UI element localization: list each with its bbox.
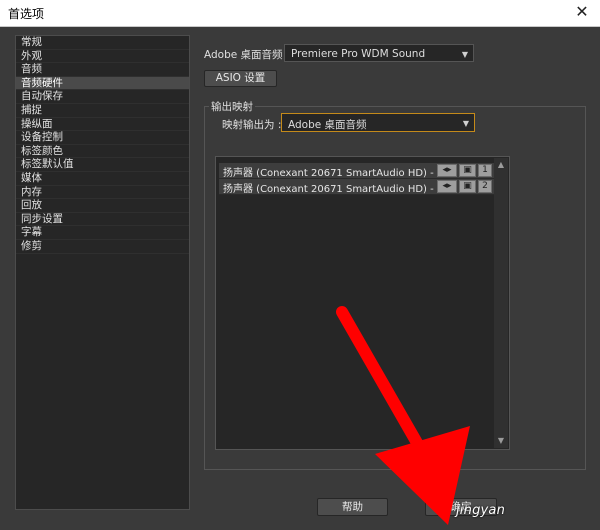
output-channel-list: 扬声器 (Conexant 20671 SmartAudio HD) - 1 ◂… [215, 156, 510, 450]
output-channel-row[interactable]: 扬声器 (Conexant 20671 SmartAudio HD) - 1 ◂… [219, 163, 494, 179]
category-item[interactable]: 捕捉 [16, 104, 189, 118]
category-item[interactable]: 外观 [16, 50, 189, 64]
device-select-value: Premiere Pro WDM Sound [291, 48, 426, 60]
category-item[interactable]: 音频硬件 [16, 76, 189, 91]
device-label: Adobe 桌面音频 : [204, 49, 290, 61]
chevron-down-icon: ▼ [461, 50, 468, 59]
category-item[interactable]: 内存 [16, 186, 189, 200]
channel-number-badge: 1 [478, 164, 492, 177]
category-item[interactable]: 常规 [16, 36, 189, 50]
mono-frame-icon[interactable]: ▣ [459, 164, 476, 177]
chevron-down-icon: ▼ [462, 119, 469, 128]
category-item[interactable]: 字幕 [16, 226, 189, 240]
scroll-up-icon[interactable]: ▲ [494, 158, 508, 172]
category-item[interactable]: 同步设置 [16, 213, 189, 227]
window-titlebar: 首选项 ✕ [0, 0, 600, 27]
category-item[interactable]: 音频 [16, 63, 189, 77]
help-button[interactable]: 帮助 [317, 498, 388, 516]
category-item[interactable]: 媒体 [16, 172, 189, 186]
output-channel-name: 扬声器 (Conexant 20671 SmartAudio HD) - 2 [223, 184, 444, 195]
category-item[interactable]: 自动保存 [16, 90, 189, 104]
category-list: 常规 外观 音频 音频硬件 自动保存 捕捉 操纵面 设备控制 标签颜色 标签默认值 媒体 内存 回放 同步… [15, 35, 190, 510]
output-channel-name: 扬声器 (Conexant 20671 SmartAudio HD) - 1 [223, 168, 444, 179]
mono-frame-icon[interactable]: ▣ [459, 180, 476, 193]
category-item[interactable]: 操纵面 [16, 118, 189, 132]
category-item[interactable]: 回放 [16, 199, 189, 213]
channel-number-badge: 2 [478, 180, 492, 193]
output-mapping-title: 输出映射 [209, 99, 255, 114]
category-item[interactable]: 标签颜色 [16, 145, 189, 159]
scroll-down-icon[interactable]: ▼ [494, 434, 508, 448]
stereo-routing-icon[interactable]: ◂▸ [437, 180, 457, 193]
output-channel-row[interactable]: 扬声器 (Conexant 20671 SmartAudio HD) - 2 ◂… [219, 179, 494, 195]
category-item[interactable]: 标签默认值 [16, 158, 189, 172]
window-title: 首选项 [8, 7, 45, 21]
stereo-routing-icon[interactable]: ◂▸ [437, 164, 457, 177]
list-scrollbar[interactable]: ▲ ▼ [494, 158, 508, 448]
device-select[interactable]: Premiere Pro WDM Sound ▼ [284, 44, 474, 62]
map-output-select[interactable]: Adobe 桌面音频 ▼ [281, 113, 475, 132]
category-item[interactable]: 修剪 [16, 240, 189, 254]
close-icon[interactable]: ✕ [570, 0, 594, 24]
asio-settings-button[interactable]: ASIO 设置 [204, 70, 277, 87]
category-item[interactable]: 设备控制 [16, 131, 189, 145]
map-output-value: Adobe 桌面音频 [288, 119, 367, 131]
map-output-label: 映射输出为 : [222, 119, 282, 131]
watermark-text: jingyan [456, 503, 506, 518]
